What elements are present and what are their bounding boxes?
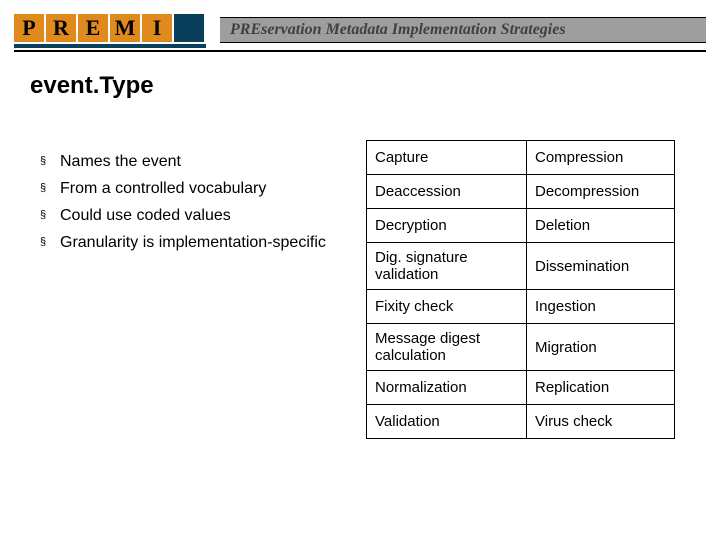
table-cell: Replication <box>527 371 675 405</box>
bullet-icon: § <box>40 177 60 201</box>
logo-letter: P <box>14 14 44 42</box>
table-cell: Message digest calculation <box>367 324 527 371</box>
logo-letter: M <box>110 14 140 42</box>
slide-title: event.Type <box>30 72 154 100</box>
table-cell: Fixity check <box>367 290 527 324</box>
list-item: § Granularity is implementation-specific <box>40 231 340 255</box>
table-cell: Dig. signature validation <box>367 243 527 290</box>
bullet-text: From a controlled vocabulary <box>60 177 266 201</box>
bullet-icon: § <box>40 231 60 255</box>
table-row: Fixity check Ingestion <box>367 290 675 324</box>
event-types-table: Capture Compression Deaccession Decompre… <box>366 140 675 439</box>
table-cell: Decryption <box>367 209 527 243</box>
table-cell: Decompression <box>527 175 675 209</box>
table-cell: Compression <box>527 141 675 175</box>
table-cell: Dissemination <box>527 243 675 290</box>
table-row: Capture Compression <box>367 141 675 175</box>
bullet-list: § Names the event § From a controlled vo… <box>40 150 340 258</box>
logo-tagline: PREservation Metadata Implementation Str… <box>220 17 706 43</box>
logo-letter: R <box>46 14 76 42</box>
table-cell: Ingestion <box>527 290 675 324</box>
header: P R E M I PREservation Metadata Implemen… <box>14 14 706 54</box>
table-row: Dig. signature validation Dissemination <box>367 243 675 290</box>
logo-underline <box>14 44 206 48</box>
logo-letter: E <box>78 14 108 42</box>
table-cell: Validation <box>367 405 527 439</box>
slide: P R E M I PREservation Metadata Implemen… <box>0 0 720 540</box>
bullet-text: Could use coded values <box>60 204 231 228</box>
table-cell: Normalization <box>367 371 527 405</box>
logo-letters: P R E M I <box>14 14 212 42</box>
table-cell: Migration <box>527 324 675 371</box>
logo-letter-blank <box>174 14 204 42</box>
bullet-icon: § <box>40 204 60 228</box>
table-row: Normalization Replication <box>367 371 675 405</box>
bullet-text: Names the event <box>60 150 181 174</box>
table-cell: Deaccession <box>367 175 527 209</box>
table-row: Decryption Deletion <box>367 209 675 243</box>
list-item: § From a controlled vocabulary <box>40 177 340 201</box>
header-divider <box>14 50 706 52</box>
table-cell: Deletion <box>527 209 675 243</box>
list-item: § Could use coded values <box>40 204 340 228</box>
table-row: Deaccession Decompression <box>367 175 675 209</box>
table-cell: Virus check <box>527 405 675 439</box>
table-cell: Capture <box>367 141 527 175</box>
list-item: § Names the event <box>40 150 340 174</box>
table-row: Validation Virus check <box>367 405 675 439</box>
bullet-icon: § <box>40 150 60 174</box>
bullet-text: Granularity is implementation-specific <box>60 231 326 255</box>
table-row: Message digest calculation Migration <box>367 324 675 371</box>
premis-logo: P R E M I <box>14 14 212 48</box>
logo-letter: I <box>142 14 172 42</box>
